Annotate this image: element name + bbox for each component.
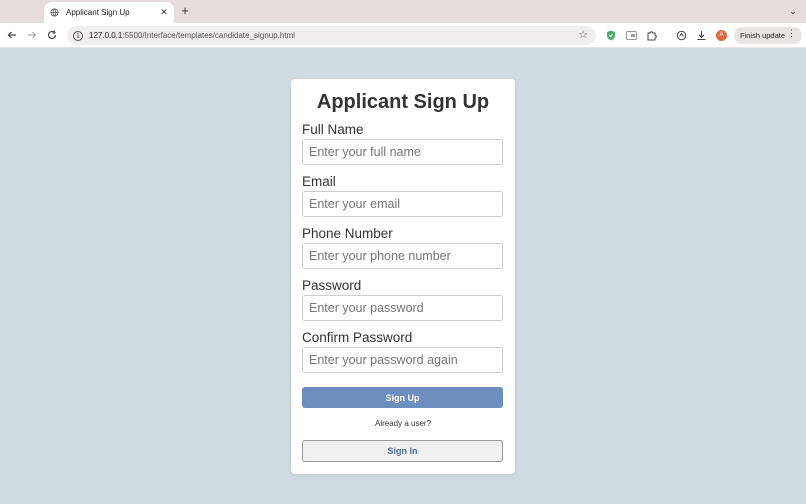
browser-tab[interactable]: Applicant Sign Up ✕ [44, 2, 174, 23]
full-name-label: Full Name [302, 122, 364, 137]
profile-avatar[interactable]: A [716, 30, 727, 41]
already-user-text: Already a user? [374, 419, 432, 428]
back-icon[interactable] [4, 27, 20, 43]
finish-update-label: Finish update [740, 31, 786, 40]
globe-icon [50, 8, 59, 17]
browser-toolbar: i 127.0.0.1:5500/Interface/templates/can… [0, 23, 806, 48]
extensions-puzzle-icon[interactable] [644, 28, 658, 42]
bookmark-star-icon[interactable]: ☆ [578, 28, 588, 41]
page-title: Applicant Sign Up [316, 91, 490, 113]
password-input[interactable] [302, 295, 503, 321]
confirm-password-input[interactable] [302, 347, 503, 373]
forward-icon[interactable] [24, 27, 40, 43]
sign-in-button[interactable]: Sign In [302, 440, 503, 462]
address-bar[interactable]: i 127.0.0.1:5500/Interface/templates/can… [67, 26, 596, 45]
password-label: Password [302, 278, 362, 293]
info-icon[interactable]: i [73, 30, 83, 41]
signup-card: Applicant Sign Up Full Name Email Phone … [291, 79, 515, 474]
url-host: 127.0.0.1 [89, 31, 123, 40]
reader-mode-icon[interactable] [624, 28, 638, 42]
more-menu-icon[interactable]: ⋮ [787, 28, 796, 39]
reload-icon[interactable] [44, 27, 60, 43]
shield-extension-icon[interactable] [604, 28, 618, 42]
url-path: :5500/Interface/templates/candidate_sign… [122, 31, 295, 40]
tab-strip: Applicant Sign Up ✕ + ⌄ [0, 0, 806, 23]
sync-icon[interactable] [674, 28, 688, 42]
email-input[interactable] [302, 191, 503, 217]
sign-up-button[interactable]: Sign Up [302, 387, 503, 408]
close-icon[interactable]: ✕ [159, 7, 169, 18]
url-text: 127.0.0.1:5500/Interface/templates/candi… [89, 31, 295, 40]
full-name-input[interactable] [302, 139, 503, 165]
phone-label: Phone Number [302, 226, 393, 241]
download-icon[interactable] [694, 28, 708, 42]
email-label: Email [302, 174, 336, 189]
new-tab-button[interactable]: + [178, 4, 192, 18]
tab-title: Applicant Sign Up [66, 8, 130, 17]
phone-input[interactable] [302, 243, 503, 269]
finish-update-button[interactable]: Finish update ⋮ [734, 27, 802, 44]
confirm-password-label: Confirm Password [302, 330, 413, 345]
chevron-down-icon[interactable]: ⌄ [786, 4, 800, 18]
